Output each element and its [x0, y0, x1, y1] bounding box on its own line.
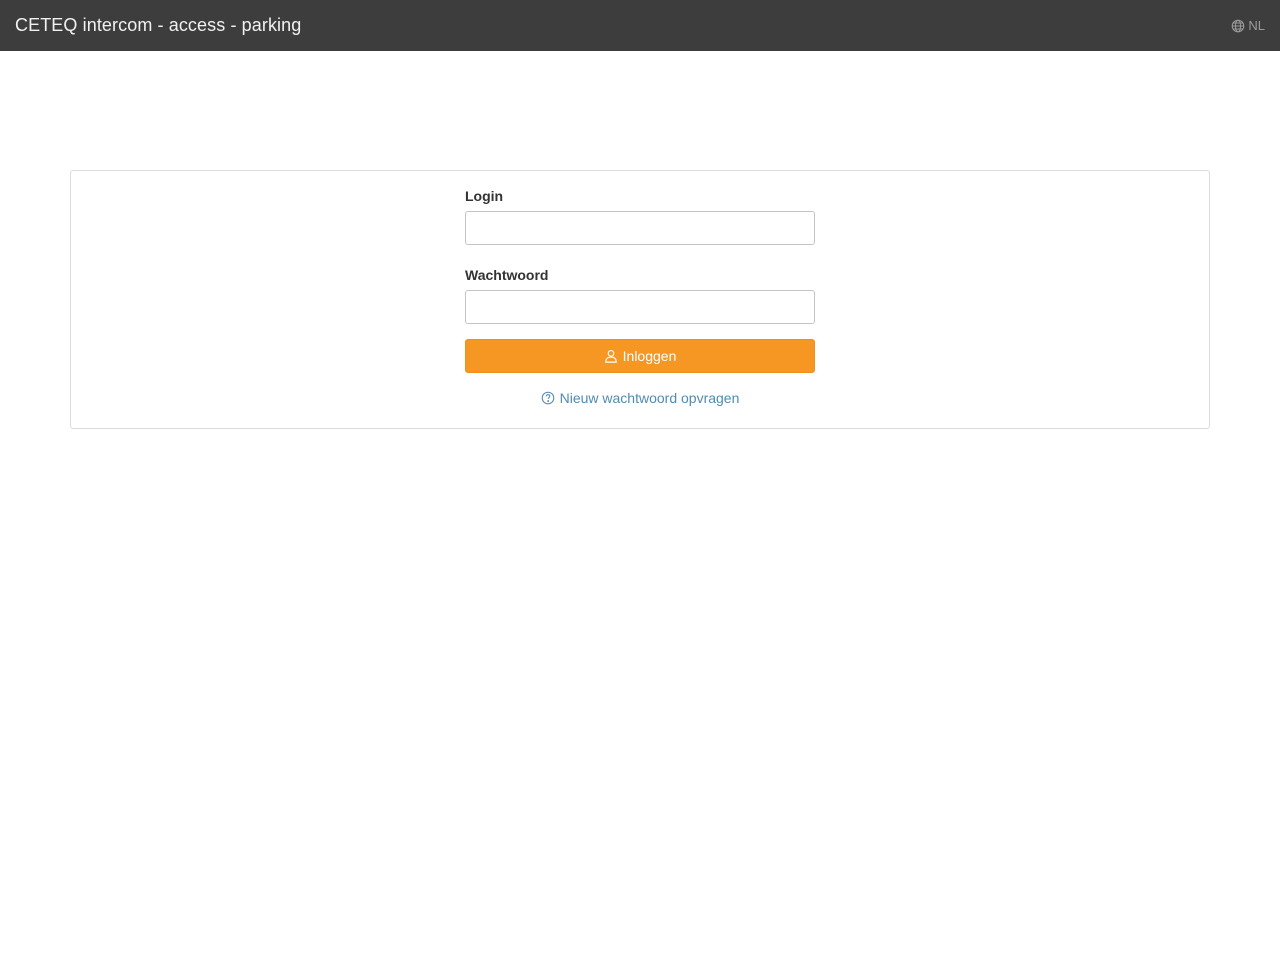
- language-selector[interactable]: NL: [1231, 18, 1265, 33]
- question-circle-icon: [541, 391, 555, 405]
- password-input[interactable]: [465, 290, 815, 324]
- login-button[interactable]: Inloggen: [465, 339, 815, 373]
- login-label: Login: [465, 188, 504, 204]
- login-form: Login Wachtwoord Inloggen Nieuw wachtwoo…: [465, 187, 815, 406]
- login-card: Login Wachtwoord Inloggen Nieuw wachtwoo…: [70, 170, 1210, 429]
- forgot-password-label: Nieuw wachtwoord opvragen: [559, 390, 740, 406]
- login-input[interactable]: [465, 211, 815, 245]
- password-label: Wachtwoord: [465, 267, 549, 283]
- password-group: Wachtwoord: [465, 266, 815, 324]
- user-icon: [604, 349, 618, 363]
- globe-icon: [1231, 19, 1245, 33]
- top-navbar: CETEQ intercom - access - parking NL: [0, 0, 1280, 51]
- login-button-label: Inloggen: [622, 348, 677, 364]
- login-group: Login: [465, 187, 815, 245]
- forgot-password-link[interactable]: Nieuw wachtwoord opvragen: [465, 390, 815, 406]
- language-code: NL: [1248, 18, 1265, 33]
- app-title[interactable]: CETEQ intercom - access - parking: [15, 15, 301, 36]
